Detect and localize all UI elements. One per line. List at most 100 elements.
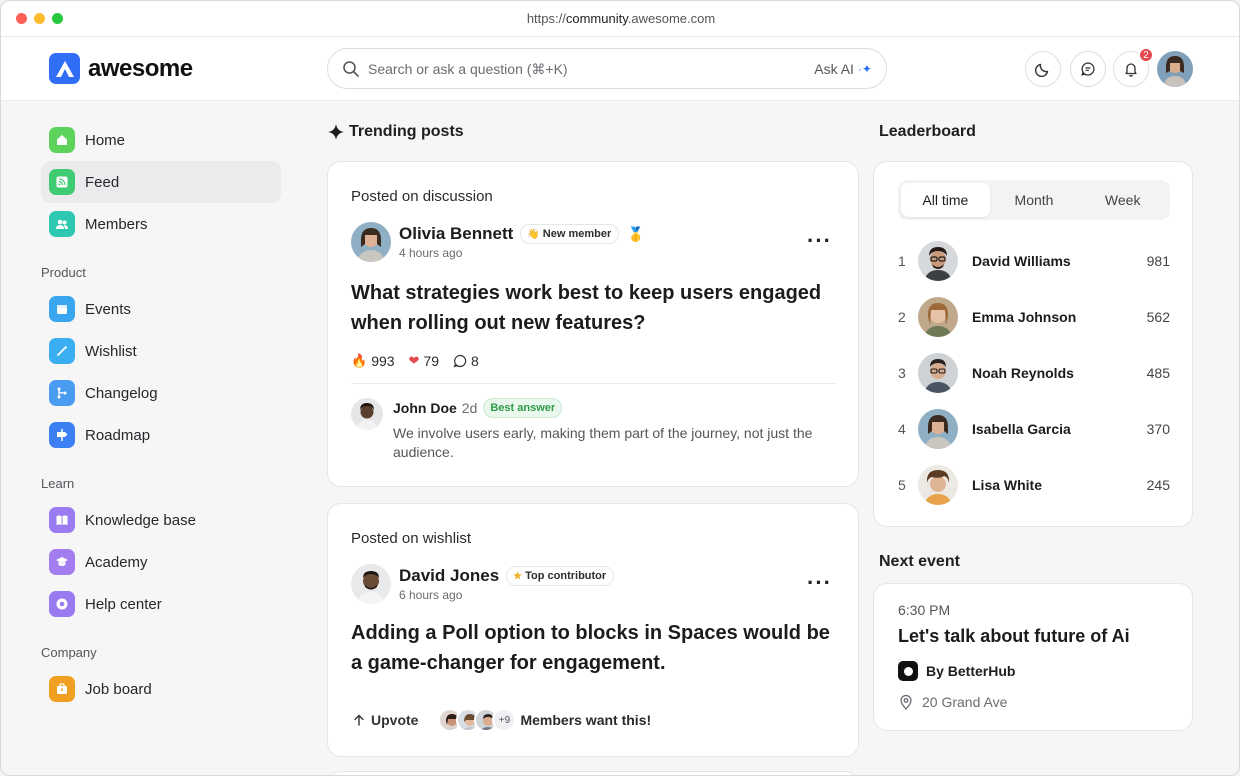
rank-number: 5	[898, 477, 906, 493]
app-window: https://community.awesome.com awesome As…	[0, 0, 1240, 776]
rank-number: 3	[898, 365, 906, 381]
avatar	[918, 353, 958, 393]
member-tag: ★ Top contributor	[506, 566, 615, 586]
tab-month[interactable]: Month	[990, 183, 1079, 217]
leaderboard-card: All time Month Week 1 David Williams 981…	[873, 161, 1193, 527]
address-bar[interactable]: https://community.awesome.com	[1, 11, 1239, 26]
logo-mark-icon	[49, 53, 80, 84]
sidebar-item-feed[interactable]: Feed	[41, 161, 281, 203]
logo[interactable]: awesome	[49, 53, 193, 84]
ask-ai-button[interactable]: Ask AI ·✦	[814, 61, 872, 77]
calendar-icon	[49, 296, 75, 322]
post-card[interactable]	[327, 771, 859, 775]
user-avatar[interactable]	[1157, 51, 1193, 87]
next-event-heading: Next event	[879, 553, 960, 570]
sidebar-item-knowledge-base[interactable]: Knowledge base	[41, 499, 281, 541]
members-want-label: Members want this!	[520, 712, 652, 728]
more-options-button[interactable]: ···	[807, 228, 832, 254]
event-location-label: 20 Grand Ave	[922, 694, 1008, 710]
avatar[interactable]	[351, 222, 391, 262]
search-icon	[343, 60, 359, 77]
sidebar-item-changelog[interactable]: Changelog	[41, 372, 281, 414]
author-name[interactable]: David Jones	[399, 566, 499, 586]
sidebar-item-label: Help center	[85, 595, 162, 613]
sidebar-item-wishlist[interactable]: Wishlist	[41, 330, 281, 372]
logo-text: awesome	[88, 54, 193, 82]
leader-score: 485	[1146, 365, 1170, 381]
leader-name: Lisa White	[972, 477, 1043, 493]
leaderboard-row[interactable]: 1 David Williams 981	[898, 241, 1170, 281]
post-actions: Upvote +9 Members want this!	[353, 708, 651, 732]
avatar[interactable]	[351, 564, 391, 604]
member-tag-label: Top contributor	[525, 570, 607, 582]
search-input[interactable]	[368, 60, 815, 77]
event-title[interactable]: Let's talk about future of Ai	[898, 626, 1130, 647]
post-card[interactable]: Posted on discussion Olivia Bennett 👋 New…	[327, 161, 859, 487]
leader-name: Emma Johnson	[972, 309, 1077, 325]
sidebar-item-label: Home	[85, 131, 126, 149]
notifications-button[interactable]: 2	[1113, 47, 1154, 87]
dark-mode-toggle[interactable]	[1025, 51, 1061, 87]
fire-reaction[interactable]: 🔥 993	[351, 353, 395, 369]
sidebar-item-label: Knowledge base	[85, 511, 196, 529]
sidebar-item-academy[interactable]: Academy	[41, 541, 281, 583]
messages-button[interactable]	[1070, 51, 1106, 87]
leaderboard-row[interactable]: 3 Noah Reynolds 485	[898, 353, 1170, 393]
leader-score: 562	[1146, 309, 1170, 325]
heart-reaction[interactable]: ❤ 79	[409, 353, 439, 369]
post-card[interactable]: Posted on wishlist David Jones ★ Top cont…	[327, 503, 859, 757]
section-label-company: Company	[41, 645, 97, 660]
sidebar-item-label: Changelog	[85, 384, 158, 402]
rank-number: 2	[898, 309, 906, 325]
fire-count: 993	[371, 353, 395, 369]
comments-link[interactable]: 8	[453, 353, 479, 369]
more-voters-count: +9	[492, 708, 517, 732]
sidebar-item-label: Members	[85, 215, 148, 233]
comment-icon	[453, 354, 467, 368]
leader-name: David Williams	[972, 253, 1071, 269]
sidebar-item-label: Academy	[85, 553, 148, 571]
voter-avatars[interactable]: +9	[438, 708, 517, 732]
bell-icon	[1125, 63, 1137, 77]
best-answer-badge: Best answer	[483, 398, 563, 418]
best-answer[interactable]: John Doe 2d Best answer We involve users…	[351, 398, 843, 462]
author-name[interactable]: Olivia Bennett	[399, 224, 513, 244]
post-title[interactable]: What strategies work best to keep users …	[351, 278, 841, 338]
avatar	[918, 465, 958, 505]
section-label-learn: Learn	[41, 476, 75, 491]
browser-titlebar: https://community.awesome.com	[1, 1, 1239, 37]
sidebar-item-home[interactable]: Home	[41, 119, 281, 161]
star-icon: ★	[513, 570, 523, 582]
search-bar[interactable]: Ask AI·✦	[327, 48, 887, 89]
post-title[interactable]: Adding a Poll option to blocks in Spaces…	[351, 618, 841, 678]
rank-number: 4	[898, 421, 906, 437]
divider	[351, 383, 837, 384]
leaderboard-row[interactable]: 5 Lisa White 245	[898, 465, 1170, 505]
home-icon	[49, 127, 75, 153]
leader-name: Isabella Garcia	[972, 421, 1071, 437]
upvote-label: Upvote	[371, 712, 419, 728]
chat-icon	[1081, 62, 1095, 76]
wave-hand-icon: 👋	[527, 228, 540, 240]
leaderboard-row[interactable]: 4 Isabella Garcia 370	[898, 409, 1170, 449]
moon-icon	[1035, 63, 1049, 77]
tab-week[interactable]: Week	[1078, 183, 1167, 217]
answer-author[interactable]: John Doe	[393, 400, 457, 416]
more-options-button[interactable]: ···	[807, 570, 832, 596]
url-suffix: .awesome.com	[627, 11, 716, 26]
sidebar-item-roadmap[interactable]: Roadmap	[41, 414, 281, 456]
posted-on-label: Posted on wishlist	[351, 530, 472, 547]
sidebar-item-members[interactable]: Members	[41, 203, 281, 245]
leaderboard-row[interactable]: 2 Emma Johnson 562	[898, 297, 1170, 337]
trending-posts-heading: Trending posts	[327, 123, 464, 141]
post-time: 6 hours ago	[399, 588, 463, 602]
sidebar: Home Feed Members Product Events Wishlis…	[41, 119, 281, 710]
sidebar-item-job-board[interactable]: Job board	[41, 668, 281, 710]
avatar[interactable]	[351, 398, 383, 430]
upvote-button[interactable]: Upvote	[353, 712, 418, 728]
sidebar-item-help-center[interactable]: Help center	[41, 583, 281, 625]
event-organizer-label: By BetterHub	[926, 663, 1016, 679]
sidebar-item-events[interactable]: Events	[41, 288, 281, 330]
event-card[interactable]: 6:30 PM Let's talk about future of Ai By…	[873, 583, 1193, 731]
tab-all-time[interactable]: All time	[901, 183, 990, 217]
